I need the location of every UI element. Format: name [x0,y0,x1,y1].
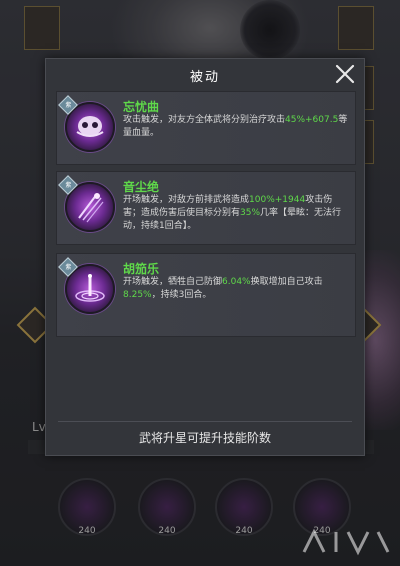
skill-icon-wrapper: 紫 [58,95,115,152]
skill-name: 胡笳乐 [123,262,160,276]
footer-divider [58,421,352,422]
skill-card: 紫 胡笳乐 开场触发，牺牲自己防御6.04%换取增加自己攻击8.25%，持续3回… [56,253,356,337]
footer-hint: 武将升星可提升技能阶数 [138,431,271,445]
skill-name: 忘忧曲 [123,100,160,114]
skill-icon-wrapper: 紫 [58,175,115,232]
modal-header: 被动 [46,59,364,91]
skill-card: 紫 忘忧曲 攻击触发，对友方全体武将分别治疗攻击45%+607.5等量血量。 [56,91,356,165]
close-icon [335,64,355,84]
passive-skills-modal: 被动 紫 忘忧曲 攻击触发，对友方全体武将分别治疗攻击45%+607.5等量血量… [45,58,365,456]
skill-description: 开场触发，牺牲自己防御6.04%换取增加自己攻击8.25%，持续3回合。 [123,277,323,300]
watermark-logo [296,522,396,562]
skill-card: 紫 音尘绝 开场触发，对敌方前排武将造成100%+1944攻击伤害；造成伤害后使… [56,171,356,245]
skill-name: 音尘绝 [123,180,160,194]
skill-description: 开场触发，对敌方前排武将造成100%+1944攻击伤害；造成伤害后使目标分别有3… [123,195,342,231]
skill-description: 攻击触发，对友方全体武将分别治疗攻击45%+607.5等量血量。 [123,115,348,138]
close-button[interactable] [332,61,358,87]
skill-icon-wrapper: 紫 [58,257,115,314]
modal-title: 被动 [189,70,220,85]
